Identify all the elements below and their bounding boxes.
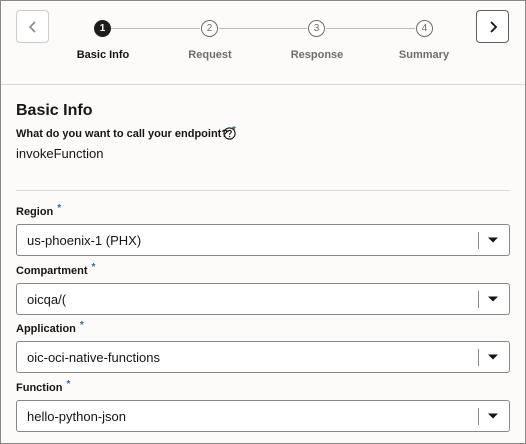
region-select[interactable]: us-phoenix-1 (PHX) xyxy=(16,224,510,256)
compartment-select[interactable]: oicqa/( xyxy=(16,283,510,315)
compartment-select-value: oicqa/( xyxy=(27,292,67,307)
step-3-indicator[interactable]: 3 xyxy=(308,20,325,37)
region-select-value: us-phoenix-1 (PHX) xyxy=(27,233,142,248)
application-select[interactable]: oic-oci-native-functions xyxy=(16,341,510,373)
required-indicator: * xyxy=(79,320,84,331)
select-separator xyxy=(478,232,479,249)
help-icon[interactable] xyxy=(223,127,236,140)
next-step-button[interactable] xyxy=(476,10,509,43)
step-connector xyxy=(111,28,200,29)
endpoint-name-value[interactable]: invokeFunction xyxy=(16,146,103,161)
step-2-label[interactable]: Request xyxy=(165,49,255,61)
caret-down-icon[interactable] xyxy=(487,412,499,420)
step-4-label[interactable]: Summary xyxy=(379,49,469,61)
endpoint-wizard-panel: 1 2 3 4 Basic Info Request Response Summ… xyxy=(0,0,526,444)
step-1-indicator[interactable]: 1 xyxy=(94,20,111,37)
application-select-value: oic-oci-native-functions xyxy=(27,350,160,365)
select-separator xyxy=(478,349,479,366)
function-label: Function * xyxy=(16,379,71,394)
function-select[interactable]: hello-python-json xyxy=(16,400,510,432)
region-label: Region * xyxy=(16,203,62,218)
required-indicator: * xyxy=(91,262,96,273)
section-title: Basic Info xyxy=(16,102,93,119)
caret-down-icon[interactable] xyxy=(487,236,499,244)
application-label: Application * xyxy=(16,320,84,335)
compartment-label: Compartment * xyxy=(16,262,96,277)
required-indicator: * xyxy=(57,203,62,214)
caret-down-icon[interactable] xyxy=(487,353,499,361)
caret-down-icon[interactable] xyxy=(487,295,499,303)
wizard-train: 1 2 3 4 Basic Info Request Response Summ… xyxy=(1,1,525,85)
chevron-right-icon xyxy=(489,20,497,33)
step-connector xyxy=(219,28,307,29)
previous-step-button[interactable] xyxy=(16,10,49,43)
section-divider xyxy=(16,190,510,191)
step-3-label[interactable]: Response xyxy=(272,49,362,61)
step-1-label[interactable]: Basic Info xyxy=(58,49,148,61)
endpoint-name-label: What do you want to call your endpoint? * xyxy=(16,125,236,140)
function-select-value: hello-python-json xyxy=(27,409,127,424)
step-2-indicator[interactable]: 2 xyxy=(201,20,218,37)
step-4-indicator[interactable]: 4 xyxy=(416,20,433,37)
required-indicator: * xyxy=(66,379,71,390)
chevron-left-icon xyxy=(28,20,36,33)
select-separator xyxy=(478,291,479,308)
step-connector xyxy=(326,28,415,29)
select-separator xyxy=(478,408,479,425)
